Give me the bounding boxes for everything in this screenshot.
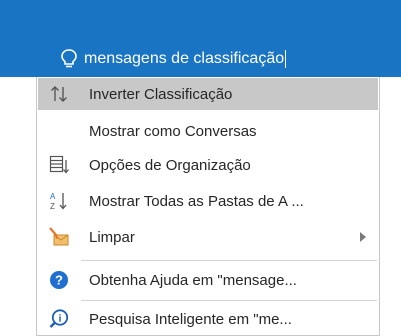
menu-item-clean-up[interactable]: Limpar — [38, 221, 378, 253]
menu-item-label: Limpar — [89, 228, 135, 246]
svg-text:i: i — [59, 314, 62, 325]
sort-a-z-icon: A Z — [48, 190, 70, 212]
tell-me-search-box[interactable]: mensagens de classificação — [60, 44, 390, 74]
lightbulb-icon — [60, 48, 78, 70]
menu-item-show-as-conversations[interactable]: Mostrar como Conversas — [38, 115, 378, 147]
menu-item-label: Mostrar Todas as Pastas de A ... — [89, 192, 304, 210]
text-cursor — [285, 50, 287, 68]
menu-item-get-help[interactable]: ? Obtenha Ajuda em "mensage... — [38, 264, 378, 296]
svg-text:?: ? — [55, 273, 63, 288]
search-results-menu: Inverter Classificação Mostrar como Conv… — [36, 77, 380, 336]
app-window: mensagens de classificação Inverter Clas… — [0, 0, 401, 336]
smart-lookup-icon: i — [48, 308, 70, 330]
svg-text:A: A — [50, 192, 56, 201]
menu-item-label: Opções de Organização — [89, 156, 251, 174]
menu-item-label: Pesquisa Inteligente em "me... — [89, 310, 292, 328]
menu-item-smart-lookup[interactable]: i Pesquisa Inteligente em "me... — [38, 303, 378, 335]
menu-item-show-all-folders-a-z[interactable]: A Z Mostrar Todas as Pastas de A ... — [38, 185, 378, 217]
help-icon: ? — [48, 269, 70, 291]
menu-item-label: Mostrar como Conversas — [89, 122, 257, 140]
arrange-options-icon — [48, 154, 70, 176]
svg-text:Z: Z — [50, 202, 55, 211]
menu-item-label: Obtenha Ajuda em "mensage... — [89, 271, 297, 289]
menu-item-arrangement-options[interactable]: Opções de Organização — [38, 149, 378, 181]
menu-item-reverse-sort[interactable]: Inverter Classificação — [38, 78, 378, 110]
submenu-arrow-icon — [360, 232, 366, 242]
sort-arrows-icon — [48, 83, 70, 105]
menu-separator — [81, 300, 377, 301]
search-query-text[interactable]: mensagens de classificação — [84, 50, 284, 68]
menu-item-label: Inverter Classificação — [89, 85, 233, 103]
menu-separator — [81, 260, 377, 261]
clean-up-icon — [48, 226, 70, 248]
